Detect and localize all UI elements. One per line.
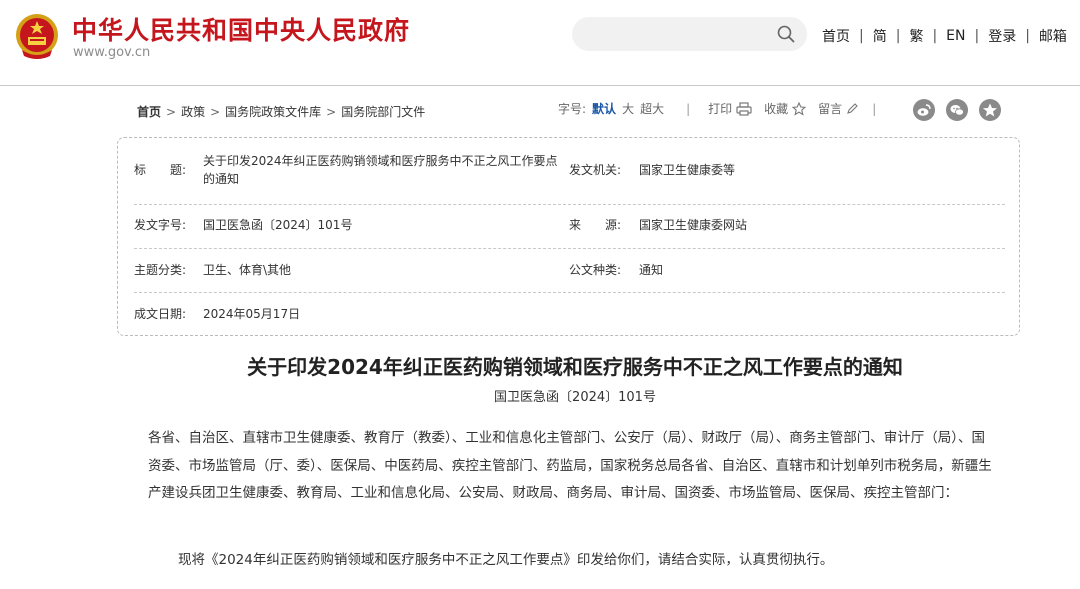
comment-label: 留言 — [818, 102, 843, 116]
weibo-icon — [917, 104, 931, 116]
pencil-icon — [847, 102, 858, 114]
breadcrumb-department-docs[interactable]: 国务院部门文件 — [341, 105, 425, 119]
comment-button[interactable]: 留言 — [818, 100, 858, 117]
category-label: 主题分类: — [134, 263, 187, 277]
font-size-default[interactable]: 默认 — [592, 100, 616, 117]
date-value: 2024年05月17日 — [203, 307, 301, 321]
breadcrumb-policy-library[interactable]: 国务院政策文件库 — [225, 105, 321, 119]
nav-english[interactable]: EN — [946, 28, 965, 44]
breadcrumb: 首页 > 政策 > 国务院政策文件库 > 国务院部门文件 — [137, 103, 425, 120]
article-toolbar: 字号: 默认 大 超大 | 打印 收藏 留言 | — [558, 100, 876, 117]
row-divider — [134, 204, 1005, 205]
national-emblem-icon[interactable] — [14, 12, 60, 60]
breadcrumb-home[interactable]: 首页 — [137, 105, 161, 119]
font-size-label: 字号: — [558, 102, 587, 116]
favorite-label: 收藏 — [764, 102, 789, 116]
issuer-value: 国家卫生健康委等 — [639, 163, 736, 177]
category-value: 卫生、体育\其他 — [203, 263, 292, 277]
nav-separator: | — [859, 28, 864, 44]
title-value: 关于印发2024年纠正医药购销领域和医疗服务中不正之风工作要点的通知 — [203, 154, 558, 186]
nav-separator: | — [974, 28, 980, 44]
breadcrumb-arrow: > — [210, 105, 221, 119]
date-label: 成文日期: — [134, 307, 187, 321]
qzone-share-button[interactable] — [979, 99, 1001, 121]
favorite-button[interactable]: 收藏 — [764, 100, 807, 117]
source-value: 国家卫生健康委网站 — [639, 218, 748, 232]
article-doc-number: 国卫医急函〔2024〕101号 — [494, 390, 656, 405]
row-divider — [134, 248, 1005, 249]
nav-home[interactable]: 首页 — [822, 26, 850, 46]
print-button[interactable]: 打印 — [708, 100, 752, 117]
font-size-xlarge[interactable]: 超大 — [640, 100, 664, 117]
site-header: 中华人民共和国中央人民政府 www.gov.cn 首页 | 简 | 繁 | EN… — [0, 0, 1080, 86]
print-icon — [736, 101, 752, 116]
issuer-label: 发文机关: — [569, 163, 622, 177]
breadcrumb-arrow: > — [326, 105, 337, 119]
toolbar-separator: | — [872, 101, 877, 116]
nav-mailbox[interactable]: 邮箱 — [1039, 26, 1067, 46]
row-divider — [134, 292, 1005, 293]
site-url[interactable]: www.gov.cn — [73, 45, 150, 60]
title-label: 标 题: — [134, 163, 187, 177]
breadcrumb-policy[interactable]: 政策 — [181, 105, 205, 119]
qzone-icon — [983, 103, 997, 117]
toolbar-separator: | — [686, 101, 691, 116]
source-label: 来 源: — [569, 218, 622, 232]
nav-login[interactable]: 登录 — [988, 26, 1016, 46]
doc-number-label: 发文字号: — [134, 218, 187, 232]
print-label: 打印 — [708, 102, 733, 116]
header-divider — [0, 85, 1080, 86]
doc-number-value: 国卫医急函〔2024〕101号 — [203, 218, 353, 232]
doc-type-value: 通知 — [639, 263, 664, 277]
nav-traditional[interactable]: 繁 — [909, 26, 923, 46]
nav-separator: | — [895, 28, 901, 44]
site-name[interactable]: 中华人民共和国中央人民政府 — [72, 11, 410, 47]
nav-separator: | — [1025, 28, 1030, 44]
search-input[interactable] — [572, 17, 807, 51]
font-size-large[interactable]: 大 — [622, 100, 634, 117]
doc-type-label: 公文种类: — [569, 263, 622, 277]
top-nav: 首页 | 简 | 繁 | EN | 登录 | 邮箱 — [822, 26, 1067, 46]
weibo-share-button[interactable] — [913, 99, 935, 121]
wechat-icon — [950, 105, 964, 116]
wechat-share-button[interactable] — [946, 99, 968, 121]
article-paragraph: 现将《2024年纠正医药购销领域和医疗服务中不正之风工作要点》印发给你们，请结合… — [178, 552, 834, 568]
article-title: 关于印发2024年纠正医药购销领域和医疗服务中不正之风工作要点的通知 — [247, 355, 903, 379]
breadcrumb-arrow: > — [166, 105, 177, 119]
article-addressee: 各省、自治区、直辖市卫生健康委、教育厅（教委）、工业和信息化主管部门、公安厅（局… — [148, 430, 992, 501]
nav-simplified[interactable]: 简 — [873, 26, 887, 46]
nav-separator: | — [932, 28, 938, 44]
search-icon[interactable] — [777, 25, 795, 43]
star-icon — [792, 101, 807, 116]
